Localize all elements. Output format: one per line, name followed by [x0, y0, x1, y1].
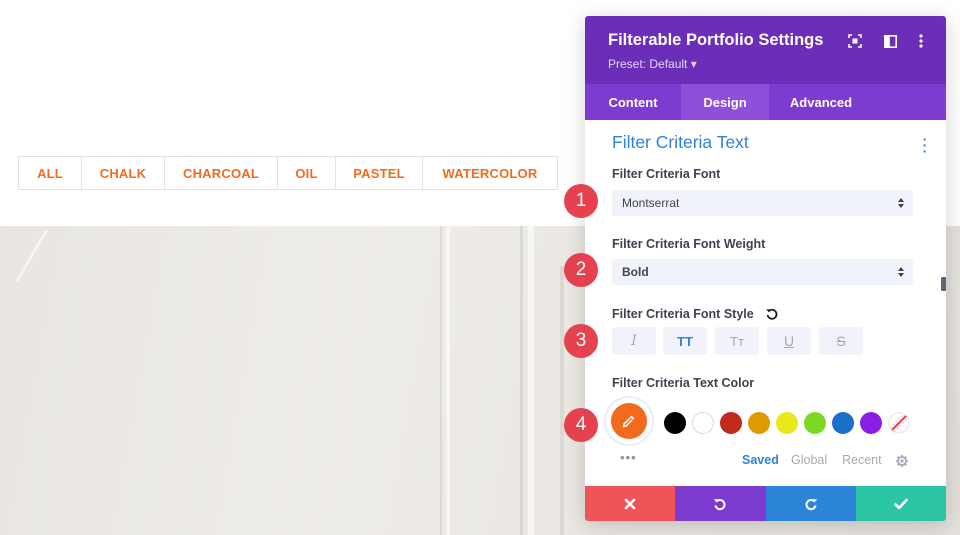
small-caps-button[interactable]: Tт [715, 327, 759, 355]
panel-footer [585, 486, 946, 521]
palette-tab-recent[interactable]: Recent [842, 453, 882, 467]
close-icon [624, 498, 636, 509]
sidebar-toggle-icon[interactable] [882, 33, 898, 49]
small-caps-label: Tт [730, 333, 744, 349]
expand-icon[interactable] [847, 33, 863, 49]
eyedropper-icon [622, 415, 635, 428]
palette-tab-saved[interactable]: Saved [742, 453, 779, 467]
swatch-blue[interactable] [832, 412, 854, 434]
underline-button[interactable]: U [767, 327, 811, 355]
italic-button[interactable]: I [612, 327, 656, 355]
undo-icon [714, 498, 726, 510]
cancel-button[interactable] [585, 486, 676, 521]
callout-4: 4 [564, 408, 598, 442]
strikethrough-label: S [836, 333, 846, 349]
font-weight-select-value: Bold [622, 265, 649, 279]
filter-tab-charcoal[interactable]: CHARCOAL [165, 157, 278, 189]
uppercase-button[interactable]: TT [663, 327, 707, 355]
tab-advanced[interactable]: Advanced [769, 84, 873, 120]
scrollbar-thumb[interactable] [941, 277, 946, 291]
font-weight-select[interactable]: Bold [612, 259, 913, 285]
tab-content[interactable]: Content [585, 84, 681, 120]
swatch-red[interactable] [720, 412, 742, 434]
color-label: Filter Criteria Text Color [612, 376, 755, 390]
gear-icon[interactable] [895, 454, 909, 468]
palette-tab-global[interactable]: Global [791, 453, 827, 467]
check-icon [894, 498, 908, 509]
swatch-black[interactable] [664, 412, 686, 434]
strikethrough-button[interactable]: S [819, 327, 863, 355]
swatch-yellow[interactable] [776, 412, 798, 434]
filter-tab-chalk[interactable]: CHALK [82, 157, 165, 189]
swatch-green[interactable] [804, 412, 826, 434]
eyedropper-button[interactable] [611, 403, 647, 439]
uppercase-label: TT [677, 333, 693, 349]
tab-design[interactable]: Design [681, 84, 769, 120]
style-label: Filter Criteria Font Style [612, 307, 754, 321]
section-menu-icon[interactable]: · · · [921, 132, 929, 158]
panel-tabs: Content Design Advanced [585, 84, 946, 120]
panel-title: Filterable Portfolio Settings [608, 31, 824, 49]
portfolio-filter-bar: ALL CHALK CHARCOAL OIL PASTEL WATERCOLOR [18, 156, 558, 190]
reset-icon[interactable] [765, 307, 779, 321]
filter-tab-oil[interactable]: OIL [278, 157, 336, 189]
filter-tab-all[interactable]: ALL [19, 157, 82, 189]
more-colors-icon[interactable]: ••• [620, 450, 637, 465]
swatch-clear-icon[interactable] [888, 412, 910, 434]
more-vertical-icon[interactable] [913, 33, 929, 49]
redo-button[interactable] [765, 486, 856, 521]
font-label: Filter Criteria Font [612, 167, 721, 181]
select-arrows-icon [898, 267, 904, 277]
italic-label: I [631, 333, 637, 349]
preset-dropdown[interactable]: Preset: Default ▾ [608, 57, 697, 71]
swatch-orange[interactable] [748, 412, 770, 434]
weight-label: Filter Criteria Font Weight [612, 237, 766, 251]
swatch-purple[interactable] [860, 412, 882, 434]
undo-button[interactable] [675, 486, 766, 521]
underline-label: U [783, 333, 795, 349]
settings-panel: Filterable Portfolio Settings Preset: De… [585, 16, 946, 521]
callout-2: 2 [564, 253, 598, 287]
section-title[interactable]: Filter Criteria Text [612, 132, 749, 153]
swatch-white[interactable] [692, 412, 714, 434]
font-select[interactable]: Montserrat [612, 190, 913, 216]
panel-header: Filterable Portfolio Settings Preset: De… [585, 16, 946, 84]
filter-tab-watercolor[interactable]: WATERCOLOR [423, 157, 557, 189]
filter-tab-pastel[interactable]: PASTEL [336, 157, 423, 189]
select-arrows-icon [898, 198, 904, 208]
callout-3: 3 [564, 324, 598, 358]
callout-1: 1 [564, 184, 598, 218]
save-button[interactable] [855, 486, 946, 521]
redo-icon [805, 498, 817, 510]
font-select-value: Montserrat [622, 196, 680, 210]
